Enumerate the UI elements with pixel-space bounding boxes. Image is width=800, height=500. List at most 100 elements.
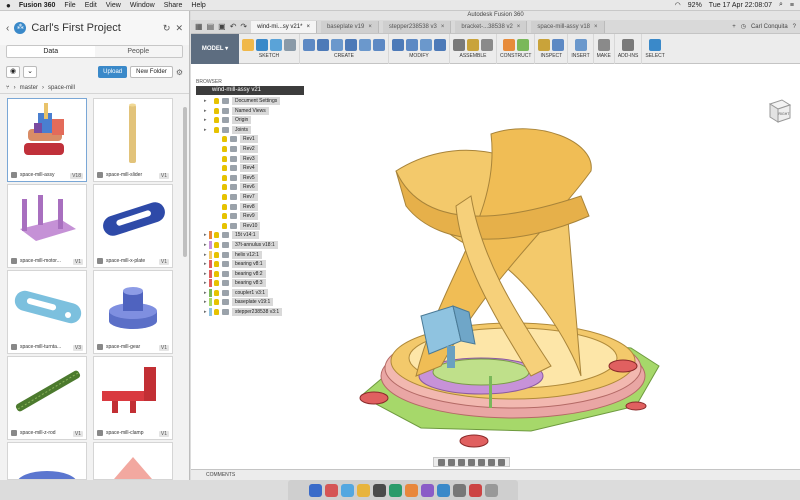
trash-icon[interactable]: [484, 483, 498, 497]
expand-arrow-icon[interactable]: ▸: [204, 107, 207, 116]
toolbar-group-modify[interactable]: MODIFY: [389, 33, 450, 64]
toolbar-group-assemble[interactable]: ASSEMBLE: [450, 33, 497, 64]
doc-tab-active[interactable]: wind-mi...sy v21* ×: [251, 20, 317, 33]
visibility-bulb-icon[interactable]: [222, 155, 227, 162]
expand-arrow-icon[interactable]: ▸: [204, 251, 207, 260]
zoom-icon[interactable]: [458, 459, 465, 466]
visibility-bulb-icon[interactable]: [214, 107, 219, 114]
browser-node[interactable]: ▸ Origin: [196, 116, 316, 126]
menu-fusion360[interactable]: Fusion 360: [19, 2, 56, 9]
browser-node[interactable]: ▸ bearing v8:3: [196, 279, 316, 289]
visibility-bulb-icon[interactable]: [222, 174, 227, 181]
toolbar-group-addins[interactable]: ADD-INS: [615, 33, 643, 64]
expand-arrow-icon[interactable]: ▸: [204, 97, 207, 106]
expand-arrow-icon[interactable]: ▸: [204, 116, 207, 125]
close-icon[interactable]: ✕: [175, 23, 183, 34]
select-icon[interactable]: [649, 38, 662, 51]
view-mode-icon[interactable]: ◉: [6, 66, 20, 78]
battery-percent[interactable]: 92%: [688, 2, 702, 9]
3d-print-icon[interactable]: [597, 38, 610, 51]
redo-icon[interactable]: ↷: [240, 22, 247, 31]
expand-arrow-icon[interactable]: ▸: [204, 279, 207, 288]
arc-icon[interactable]: [270, 38, 282, 51]
browser-node[interactable]: ▸ helix v12:1: [196, 250, 316, 261]
fit-icon[interactable]: [468, 459, 475, 466]
visibility-bulb-icon[interactable]: [214, 280, 219, 287]
sketch-icon[interactable]: [242, 38, 254, 51]
browser-node[interactable]: ▸ 15t v14:1: [196, 231, 316, 241]
new-folder-button[interactable]: New Folder: [130, 66, 173, 78]
browser-node[interactable]: Rev5: [196, 173, 316, 184]
joint-icon[interactable]: [467, 38, 479, 51]
extrude-icon[interactable]: [303, 38, 315, 51]
browser-node[interactable]: ▸ bearing v8:1: [196, 260, 316, 270]
data-panel-grid-icon[interactable]: ▦: [195, 22, 203, 31]
visibility-bulb-icon[interactable]: [214, 126, 219, 133]
file-card[interactable]: space-mill-turnta... V3: [7, 270, 87, 354]
app-icon[interactable]: [452, 483, 466, 497]
chevron-down-icon[interactable]: ⌄: [23, 66, 37, 78]
file-card[interactable]: space-mill-assy V18: [7, 98, 87, 182]
save-icon[interactable]: ▣: [218, 22, 226, 31]
gear-icon[interactable]: ⚙: [176, 68, 183, 77]
file-card[interactable]: space-mill-gear V1: [93, 270, 173, 354]
rectangle-icon[interactable]: [284, 38, 296, 51]
spotify-icon[interactable]: [388, 483, 402, 497]
menu-share[interactable]: Share: [164, 2, 183, 9]
finder-icon[interactable]: [308, 483, 322, 497]
file-card[interactable]: space-mill-clamp V1: [93, 356, 173, 440]
browser-node[interactable]: ▸ Named Views: [196, 106, 316, 117]
pattern-icon[interactable]: [373, 38, 385, 51]
toolbar-group-sketch[interactable]: SKETCH: [239, 33, 300, 64]
file-menu-icon[interactable]: ▤: [207, 22, 215, 31]
press-pull-icon[interactable]: [392, 38, 404, 51]
calendar-icon[interactable]: [324, 483, 338, 497]
offset-plane-icon[interactable]: [502, 38, 515, 51]
browser-node[interactable]: ▸ bearing v8:2: [196, 269, 316, 280]
breadcrumb-master[interactable]: master: [20, 85, 38, 91]
browser-node[interactable]: Rev8: [196, 202, 316, 213]
expand-arrow-icon[interactable]: ▸: [204, 241, 207, 250]
fusion360-icon[interactable]: [404, 483, 418, 497]
fillet-icon[interactable]: [406, 38, 418, 51]
apple-icon[interactable]: ●: [6, 1, 11, 10]
tab-data[interactable]: Data: [7, 46, 95, 57]
browser-node[interactable]: Rev7: [196, 192, 316, 203]
help-icon[interactable]: ?: [793, 24, 796, 30]
mail-icon[interactable]: [340, 483, 354, 497]
doc-tab[interactable]: bracket-...38538 v2 ×: [455, 20, 528, 33]
insert-image-icon[interactable]: [574, 38, 587, 51]
revolve-icon[interactable]: [317, 38, 329, 51]
line-icon[interactable]: [256, 38, 268, 51]
close-icon[interactable]: ×: [517, 21, 521, 33]
visibility-bulb-icon[interactable]: [214, 299, 219, 306]
toolbar-group-make[interactable]: MAKE: [594, 33, 615, 64]
file-card[interactable]: space-mill-slider V1: [93, 98, 173, 182]
toolbar-group-create[interactable]: CREATE: [300, 33, 389, 64]
refresh-icon[interactable]: ↻: [163, 23, 171, 34]
as-built-joint-icon[interactable]: [481, 38, 493, 51]
toolbar-group-select[interactable]: SELECT: [642, 34, 667, 64]
visibility-bulb-icon[interactable]: [214, 241, 219, 248]
comments-bar[interactable]: COMMENTS: [191, 469, 800, 480]
undo-icon[interactable]: ↶: [230, 22, 237, 31]
clock-icon[interactable]: ◷: [741, 23, 746, 30]
file-card[interactable]: space-mill-x-plate V1: [93, 184, 173, 268]
sweep-icon[interactable]: [331, 38, 343, 51]
toolbar-group-construct[interactable]: CONSTRUCT: [497, 33, 536, 64]
expand-arrow-icon[interactable]: ▸: [204, 270, 207, 279]
browser-node[interactable]: ▸ baseplate v19:1: [196, 298, 316, 308]
menu-window[interactable]: Window: [130, 2, 155, 9]
doc-tab[interactable]: stepper238538 v3 ×: [382, 20, 452, 33]
visibility-bulb-icon[interactable]: [222, 203, 227, 210]
measure-icon[interactable]: [538, 38, 551, 51]
browser-node[interactable]: ▸ stepper238538 v3:1: [196, 308, 316, 318]
expand-arrow-icon[interactable]: ▸: [204, 260, 207, 269]
toolbar-group-inspect[interactable]: INSPECT: [535, 33, 569, 64]
browser-node[interactable]: Rev9: [196, 212, 316, 222]
expand-arrow-icon[interactable]: ▸: [204, 126, 207, 135]
visibility-bulb-icon[interactable]: [222, 213, 227, 220]
grid-settings-icon[interactable]: [488, 459, 495, 466]
scripts-icon[interactable]: [622, 38, 635, 51]
user-name[interactable]: Carl Conquita: [751, 24, 788, 30]
